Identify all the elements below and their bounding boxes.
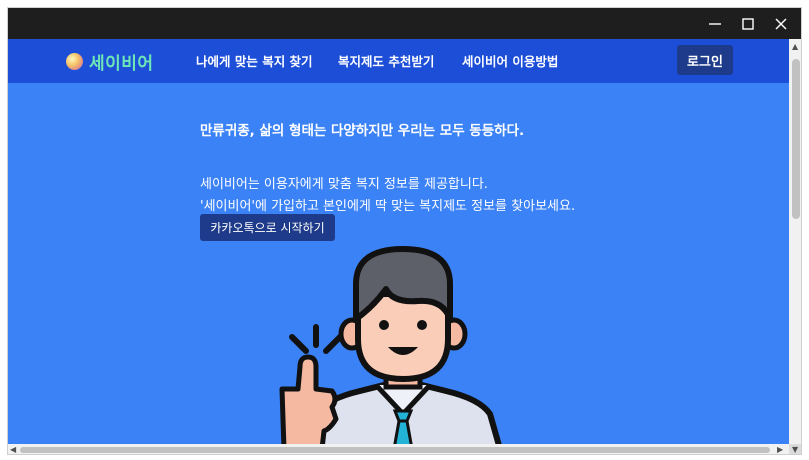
hero-description-line1: 세이비어는 이용자에게 맞춤 복지 정보를 제공합니다.: [200, 177, 488, 192]
kakao-start-button[interactable]: 카카오톡으로 시작하기: [200, 214, 335, 241]
horizontal-scrollbar[interactable]: ◀ ▶: [8, 444, 789, 454]
maximize-button[interactable]: [731, 8, 765, 39]
thumbs-up-man-illustration: [279, 246, 503, 449]
hero-headline: 만류귀종, 삶의 형태는 다양하지만 우리는 모두 동등하다.: [200, 123, 525, 139]
scroll-down-arrow-icon[interactable]: ▼: [792, 446, 798, 454]
vertical-scrollbar[interactable]: ▲: [789, 39, 801, 444]
scroll-right-arrow-icon[interactable]: ▶: [777, 446, 783, 454]
vertical-scroll-thumb[interactable]: [792, 59, 800, 219]
close-button[interactable]: [764, 8, 798, 39]
scroll-up-arrow-icon[interactable]: ▲: [792, 43, 798, 51]
hero-description-line2: '세이비어'에 가입하고 본인에게 딱 맞는 복지제도 정보를 찾아보세요.: [200, 199, 576, 214]
logo[interactable]: 세이비어: [66, 48, 154, 74]
nav-link-find-welfare[interactable]: 나에게 맞는 복지 찾기: [196, 51, 313, 71]
maximize-icon: [742, 17, 754, 30]
title-bar: [8, 8, 801, 39]
logo-ball-icon: [66, 52, 83, 70]
logo-text: 세이비어: [89, 53, 154, 74]
browser-window: 세이비어 나에게 맞는 복지 찾기 복지제도 추천받기 세이비어 이용방법 로그…: [7, 7, 802, 455]
login-button[interactable]: 로그인: [677, 45, 733, 75]
horizontal-scroll-thumb[interactable]: [20, 447, 770, 453]
minimize-button[interactable]: [698, 8, 732, 39]
hero-section: 만류귀종, 삶의 형태는 다양하지만 우리는 모두 동등하다. 세이비어는 이용…: [8, 83, 789, 449]
scroll-left-arrow-icon[interactable]: ◀: [10, 446, 16, 454]
minimize-icon: [709, 22, 721, 25]
scrollbar-corner: ▼: [789, 444, 801, 454]
nav-link-recommend-welfare[interactable]: 복지제도 추천받기: [338, 51, 434, 71]
top-navbar: 세이비어 나에게 맞는 복지 찾기 복지제도 추천받기 세이비어 이용방법 로그…: [8, 39, 789, 83]
nav-link-how-to-use[interactable]: 세이비어 이용방법: [462, 51, 558, 71]
close-icon: [775, 18, 787, 29]
